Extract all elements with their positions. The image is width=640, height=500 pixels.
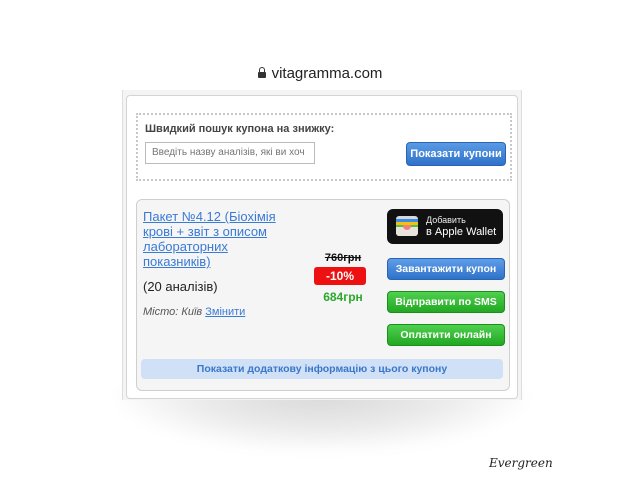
send-sms-button[interactable]: Відправити по SMS	[387, 291, 505, 313]
coupon-title-link[interactable]: Пакет №4.12 (Біохімія крові + звіт з опи…	[143, 209, 293, 269]
watermark: Evergreen	[489, 456, 553, 470]
wallet-icon	[396, 216, 418, 236]
wallet-line1: Добавить	[426, 215, 466, 225]
add-to-apple-wallet-button[interactable]: Добавить в Apple Wallet	[387, 209, 503, 244]
address-bar[interactable]: vitagramma.com	[120, 56, 520, 90]
new-price: 684грн	[323, 290, 363, 304]
city-label: Місто: Київ	[143, 306, 203, 318]
url-text: vitagramma.com	[271, 64, 383, 82]
show-more-info-button[interactable]: Показати додаткову інформацію з цього ку…	[141, 359, 503, 379]
lock-icon	[257, 67, 266, 78]
city-row: Місто: Київ Змінити	[143, 306, 245, 318]
search-input[interactable]	[145, 142, 315, 164]
coupon-card: Пакет №4.12 (Біохімія крові + звіт з опи…	[136, 199, 510, 391]
discount-badge: -10%	[314, 267, 366, 285]
download-coupon-button[interactable]: Завантажити купон	[387, 258, 505, 280]
page-viewport: Швидкий пошук купона на знижку: Показати…	[122, 90, 522, 400]
content-panel: Швидкий пошук купона на знижку: Показати…	[126, 95, 518, 399]
pay-online-button[interactable]: Оплатити онлайн	[387, 324, 505, 346]
search-label: Швидкий пошук купона на знижку:	[145, 123, 335, 135]
quick-search-box: Швидкий пошук купона на знижку: Показати…	[136, 113, 512, 181]
show-coupons-button[interactable]: Показати купони	[406, 142, 506, 166]
change-city-link[interactable]: Змінити	[205, 306, 245, 318]
analyses-count: (20 аналізів)	[143, 279, 218, 294]
wallet-line2: в Apple Wallet	[426, 226, 497, 238]
old-price: 760грн	[324, 252, 362, 264]
